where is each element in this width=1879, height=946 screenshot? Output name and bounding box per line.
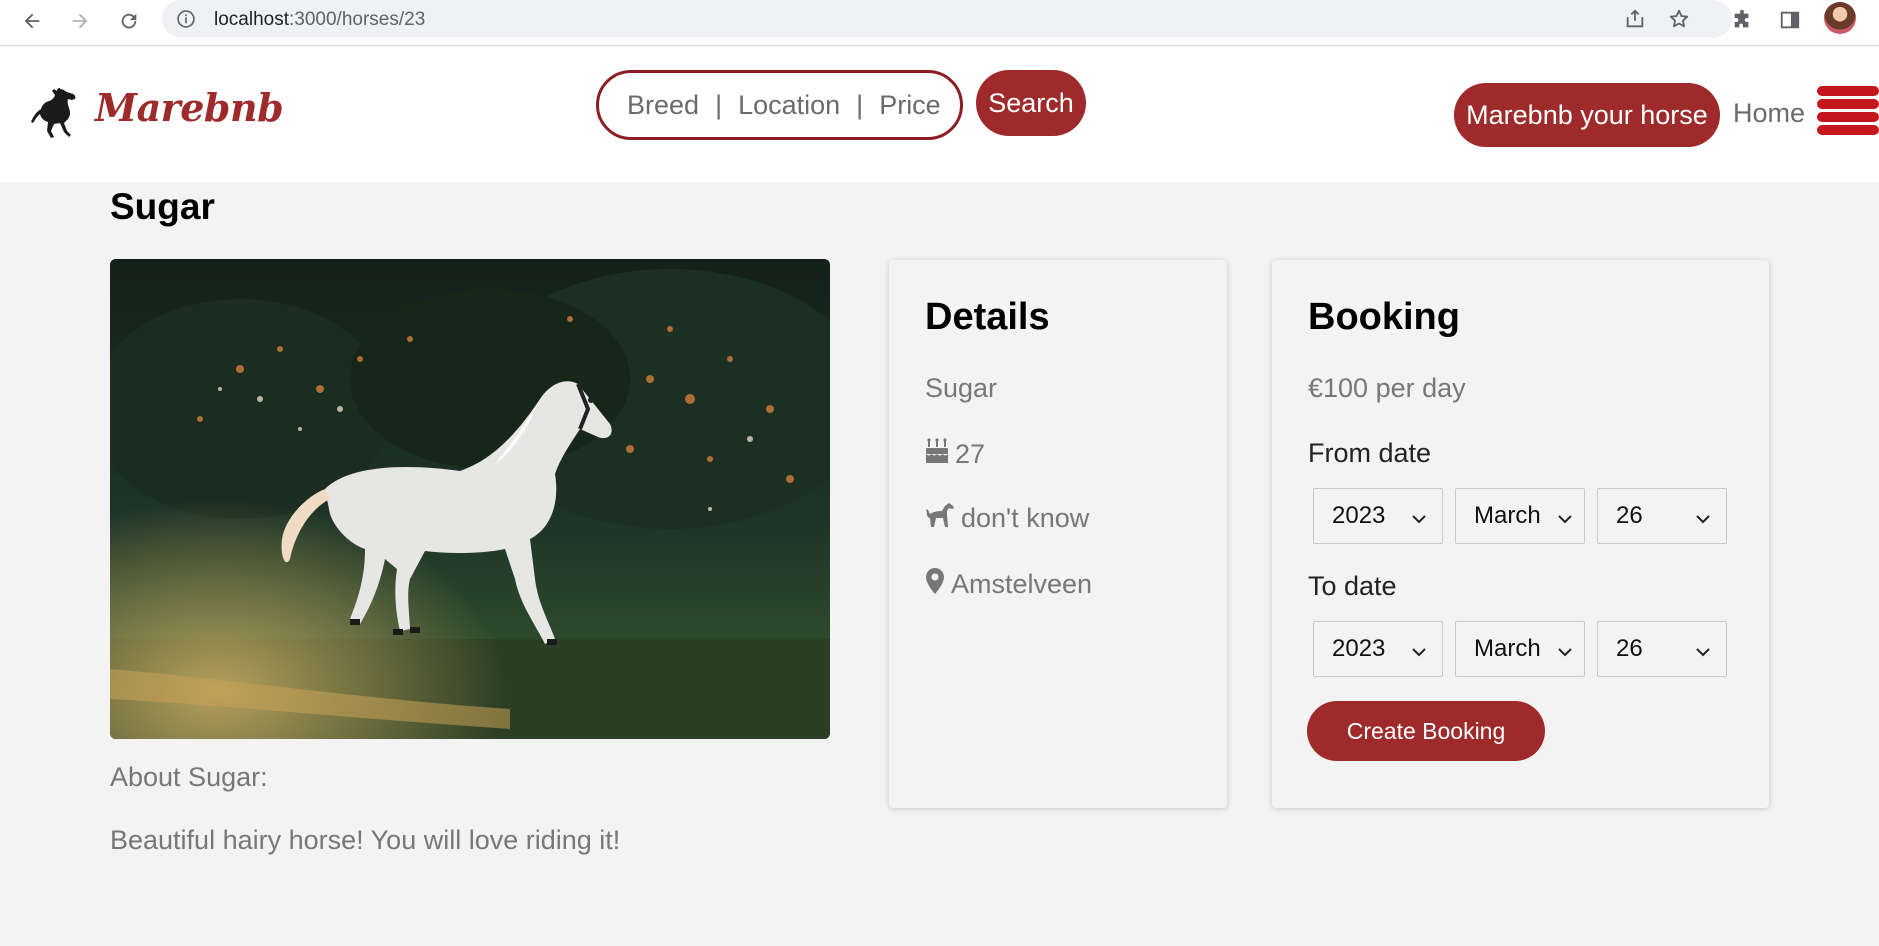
from-month-value: March xyxy=(1474,502,1541,529)
bookmark-star-icon[interactable] xyxy=(1666,6,1692,32)
url-path: :3000/horses/23 xyxy=(289,9,426,30)
search-separator: | xyxy=(715,89,723,120)
search-price-field[interactable]: Price xyxy=(879,90,941,121)
horse-icon xyxy=(925,502,961,535)
to-day-select[interactable]: 26 xyxy=(1597,621,1727,677)
about-label: About Sugar: xyxy=(110,762,268,792)
from-year-select[interactable]: 2023 xyxy=(1313,488,1443,544)
profile-avatar[interactable] xyxy=(1824,2,1856,34)
chevron-down-icon xyxy=(1410,507,1428,535)
from-day-select[interactable]: 26 xyxy=(1597,488,1727,544)
about-description: Beautiful hairy horse! You will love rid… xyxy=(110,825,621,855)
horse-name-value: Sugar xyxy=(925,373,998,403)
birthday-cake-icon xyxy=(925,438,955,471)
from-month-select[interactable]: March xyxy=(1455,488,1585,544)
chevron-down-icon xyxy=(1410,640,1428,668)
details-heading: Details xyxy=(925,296,1050,338)
to-month-select[interactable]: March xyxy=(1455,621,1585,677)
to-year-value: 2023 xyxy=(1332,635,1386,662)
search-separator: | xyxy=(856,89,864,120)
create-booking-button[interactable]: Create Booking xyxy=(1307,701,1545,761)
booking-heading: Booking xyxy=(1308,296,1460,338)
side-panel-icon[interactable] xyxy=(1775,5,1805,35)
detail-name: Sugar xyxy=(925,373,997,404)
to-month-value: March xyxy=(1474,635,1541,662)
search-location-field[interactable]: Location xyxy=(738,90,840,121)
map-pin-icon xyxy=(925,567,951,602)
price-per-day: €100 per day xyxy=(1308,373,1466,403)
horse-photo xyxy=(110,259,830,739)
horse-logo-icon[interactable] xyxy=(30,85,80,141)
reload-icon[interactable] xyxy=(113,5,145,37)
to-year-select[interactable]: 2023 xyxy=(1313,621,1443,677)
from-year-value: 2023 xyxy=(1332,502,1386,529)
extensions-icon[interactable] xyxy=(1727,5,1757,35)
detail-location: Amstelveen xyxy=(925,567,1092,602)
browser-toolbar: localhost:3000/horses/23 xyxy=(0,0,1879,46)
address-bar[interactable]: localhost:3000/horses/23 xyxy=(162,0,1732,38)
brand-logo-text[interactable]: Marebnb xyxy=(95,85,284,130)
search-button[interactable]: Search xyxy=(976,70,1086,136)
detail-breed: don't know xyxy=(925,502,1089,535)
site-navbar: Marebnb Breed | Location | Price Search … xyxy=(0,47,1879,182)
chevron-down-icon xyxy=(1694,507,1712,535)
to-day-value: 26 xyxy=(1616,635,1643,662)
details-card: Details Sugar 27 don't know Amstelveen xyxy=(889,260,1227,808)
horse-age-value: 27 xyxy=(955,439,986,469)
search-bar[interactable]: Breed | Location | Price xyxy=(596,70,963,140)
chevron-down-icon xyxy=(1552,507,1574,535)
detail-age: 27 xyxy=(925,438,985,471)
host-your-horse-button[interactable]: Marebnb your horse xyxy=(1454,83,1720,147)
horse-location-value: Amstelveen xyxy=(951,569,1093,599)
to-date-label: To date xyxy=(1308,571,1397,601)
url-host: localhost xyxy=(214,9,289,30)
site-info-icon[interactable] xyxy=(176,9,196,34)
chevron-down-icon xyxy=(1694,640,1712,668)
hamburger-menu-icon[interactable] xyxy=(1817,83,1879,141)
search-breed-field[interactable]: Breed xyxy=(627,90,699,121)
chevron-down-icon xyxy=(1552,640,1574,668)
home-link[interactable]: Home xyxy=(1733,98,1805,129)
from-date-label: From date xyxy=(1308,438,1432,468)
horse-breed-value: don't know xyxy=(961,503,1090,533)
url-text: localhost:3000/horses/23 xyxy=(214,9,425,31)
booking-card: Booking €100 per day From date 2023 Marc… xyxy=(1272,260,1769,808)
forward-icon[interactable] xyxy=(64,5,96,37)
from-day-value: 26 xyxy=(1616,502,1643,529)
page-title: Sugar xyxy=(110,186,215,227)
back-icon[interactable] xyxy=(16,5,48,37)
share-icon[interactable] xyxy=(1622,6,1648,32)
